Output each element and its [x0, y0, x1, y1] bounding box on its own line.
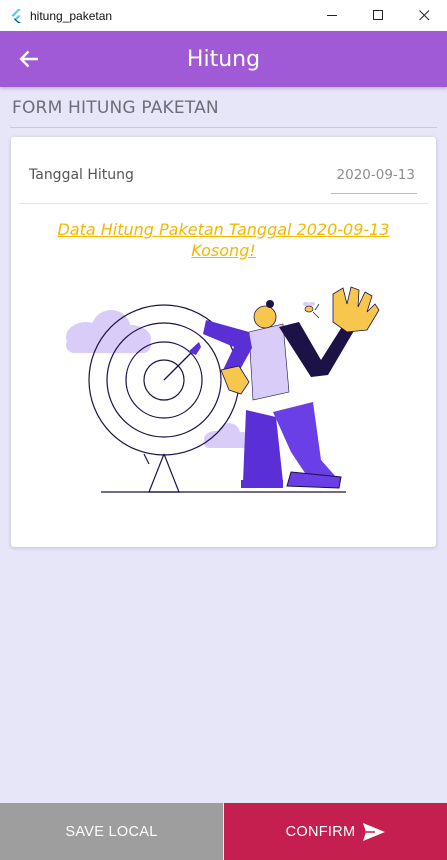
save-local-button[interactable]: SAVE LOCAL — [0, 803, 223, 860]
flutter-logo-icon — [11, 8, 21, 23]
window-title: hitung_paketan — [30, 8, 113, 23]
close-icon — [418, 10, 429, 21]
minimize-button[interactable] — [309, 0, 355, 31]
empty-state-message: Data Hitung Paketan Tanggal 2020-09-13 K… — [57, 220, 390, 260]
section-title: FORM HITUNG PAKETAN — [12, 98, 219, 118]
arrow-left-icon — [19, 50, 38, 68]
close-button[interactable] — [401, 0, 447, 31]
window-controls — [309, 0, 447, 31]
form-card: Tanggal Hitung 2020-09-13 Data Hitung Pa… — [11, 137, 436, 547]
maximize-button[interactable] — [355, 0, 401, 31]
save-local-label: SAVE LOCAL — [65, 823, 158, 840]
date-field[interactable]: 2020-09-13 — [331, 163, 417, 194]
empty-state-illustration — [66, 286, 380, 493]
date-value: 2020-09-13 — [336, 167, 415, 183]
cloud-icon — [66, 310, 151, 353]
app-bar: Hitung — [0, 31, 447, 87]
window-titlebar: hitung_paketan — [0, 0, 447, 32]
section-divider — [10, 127, 437, 128]
confirm-button[interactable]: CONFIRM — [224, 803, 447, 860]
person-illustration — [203, 286, 380, 489]
maximize-icon — [372, 10, 383, 20]
date-label: Tanggal Hitung — [29, 167, 134, 183]
bee-icon — [303, 302, 320, 319]
page-title: Hitung — [186, 46, 261, 72]
confirm-label: CONFIRM — [285, 823, 356, 840]
back-button[interactable] — [12, 43, 46, 75]
card-divider — [19, 203, 428, 204]
minimize-icon — [326, 15, 337, 16]
send-icon — [363, 822, 386, 841]
